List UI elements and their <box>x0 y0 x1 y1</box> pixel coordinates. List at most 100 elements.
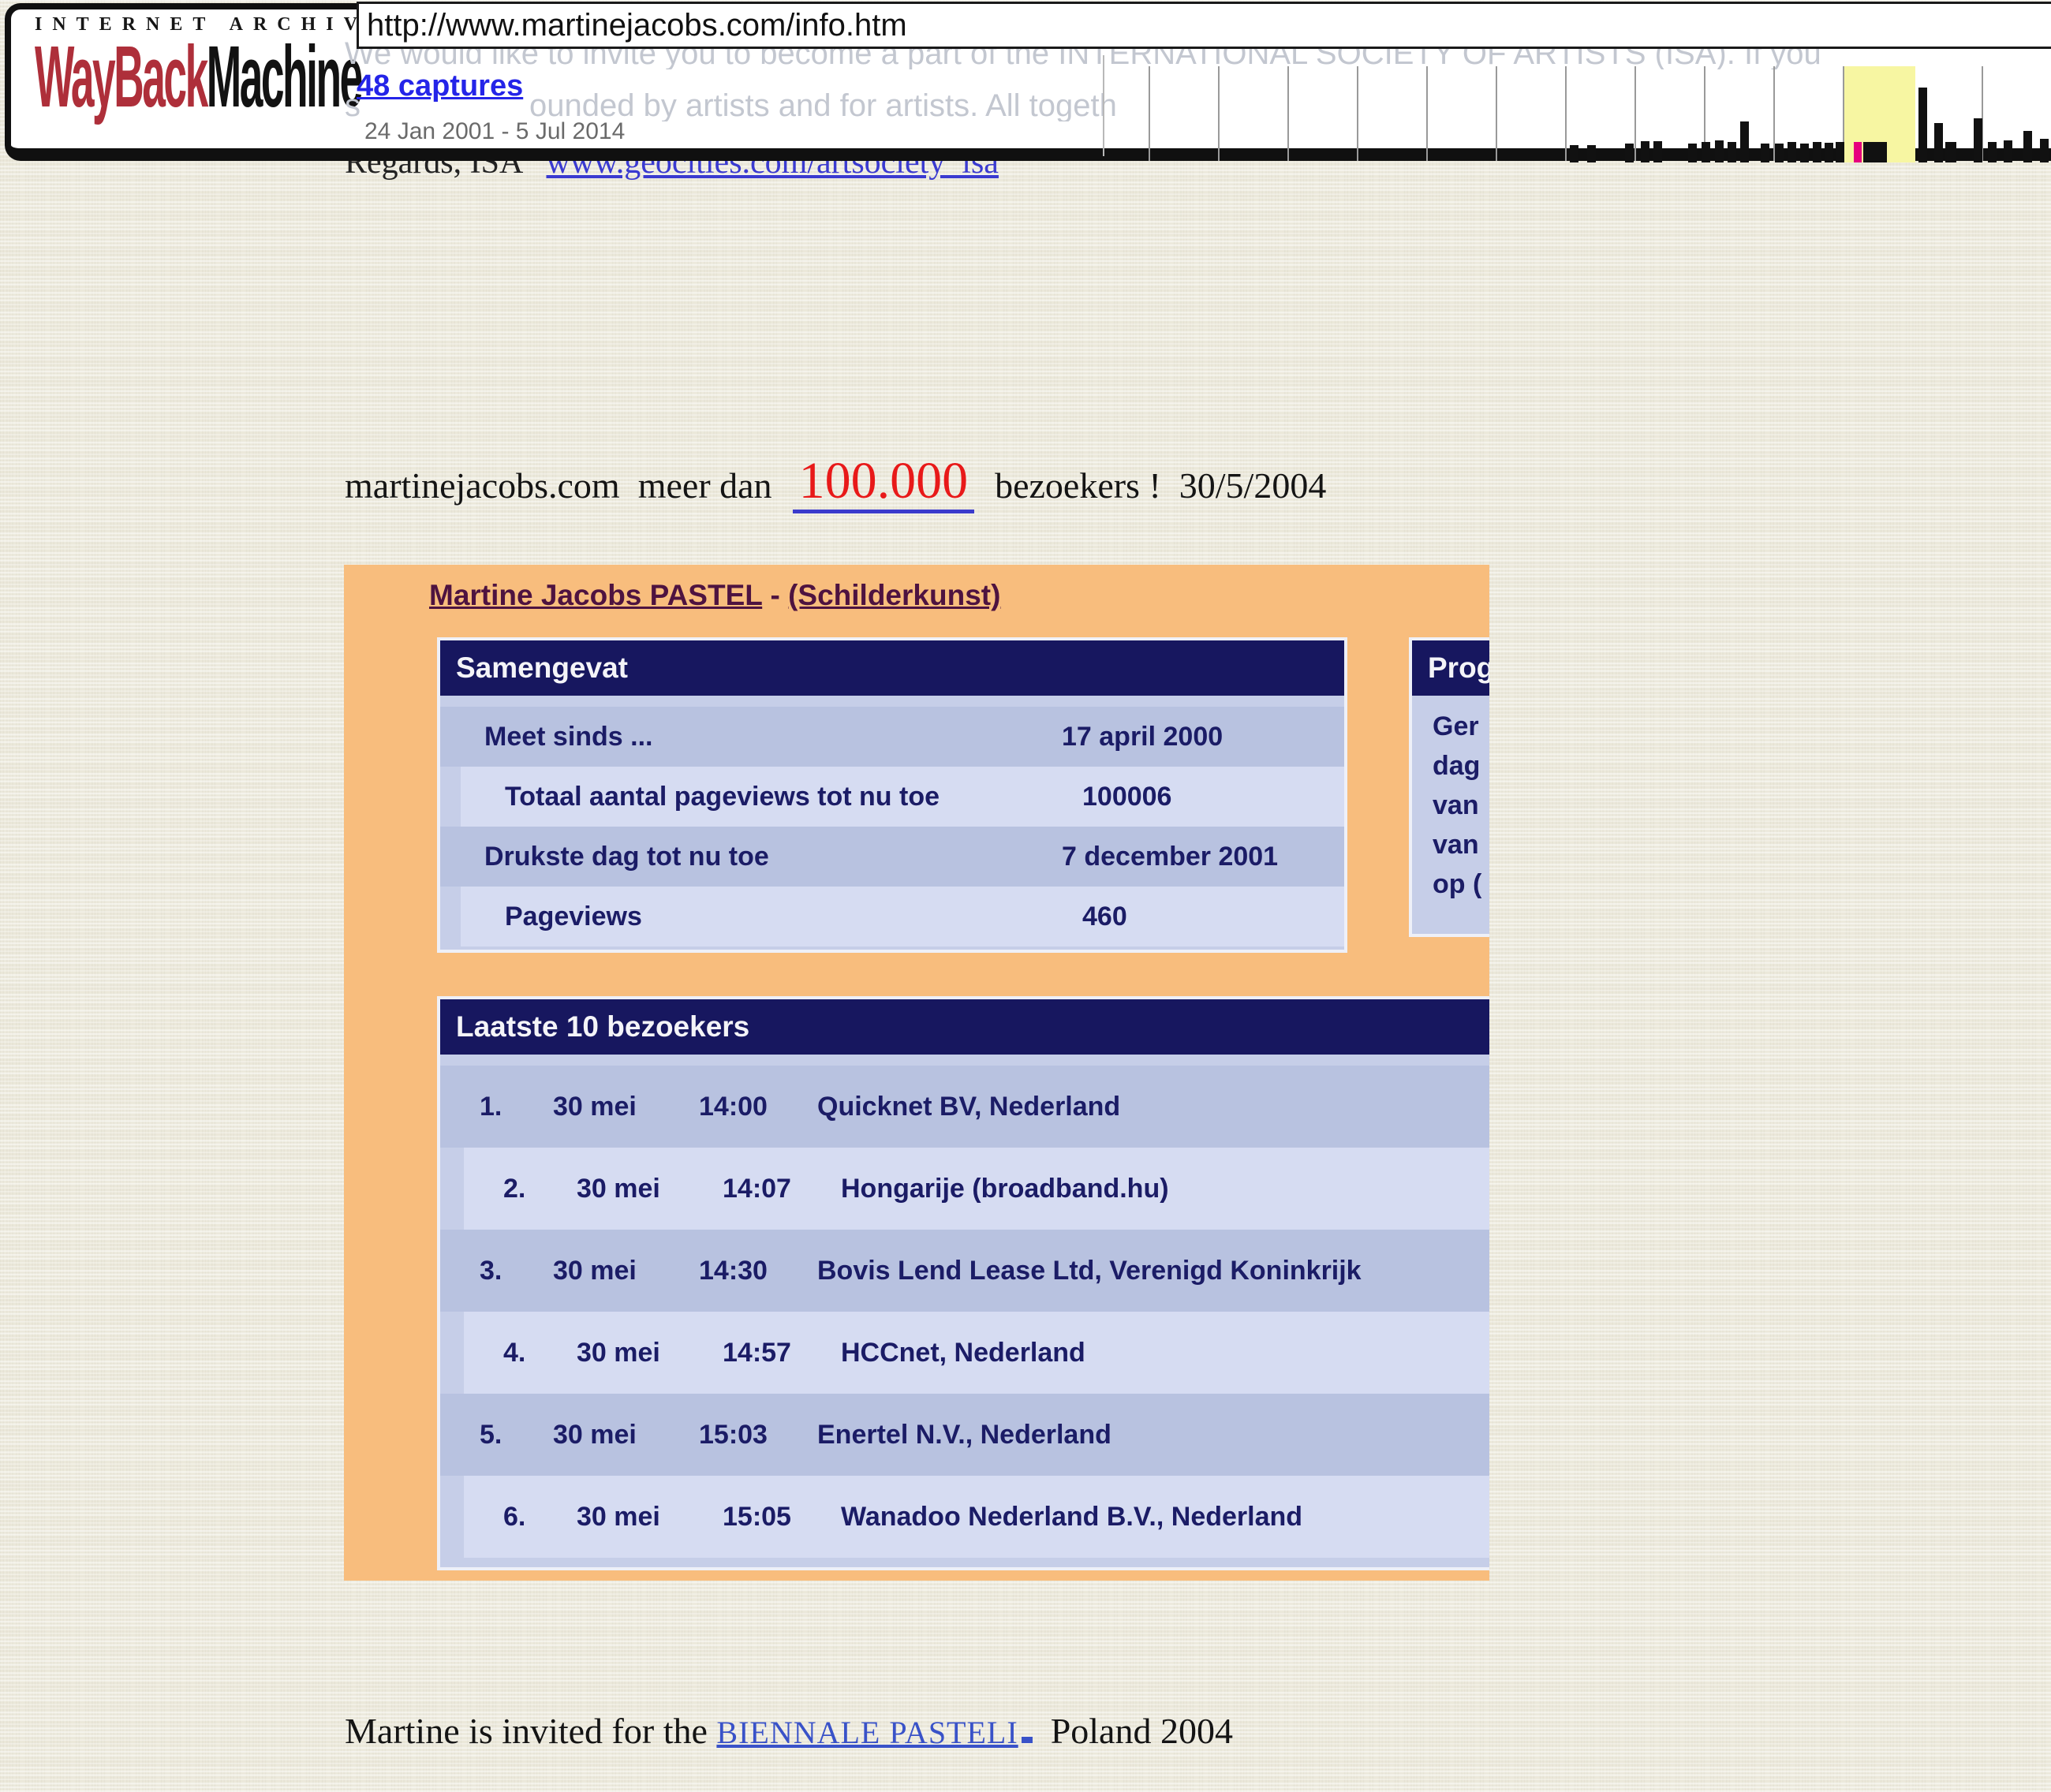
visitor-date: 30 mei <box>577 1148 660 1230</box>
summary-body: Meet sinds ... 17 april 2000 Totaal aanta… <box>440 696 1344 946</box>
sparkline-gridline <box>1357 66 1358 161</box>
capture-bar[interactable] <box>1825 143 1833 162</box>
capture-bar[interactable] <box>1625 144 1634 162</box>
summary-value: 7 december 2001 <box>1062 827 1278 887</box>
visitor-milestone-headline: martinejacobs.com meer dan100.000bezoeke… <box>345 451 1326 511</box>
capture-bar[interactable] <box>1688 144 1697 162</box>
sparkline-gridline <box>1218 66 1220 161</box>
page: { "wayback": { "logo": { "top": "INTERNE… <box>0 0 2051 1792</box>
visitor-row: 1. 30 mei 14:00 Quicknet BV, Nederland <box>440 1066 1489 1148</box>
wayback-machine-wordmark: WayBackMachine <box>35 34 230 121</box>
visitor-count: 100.000 <box>793 452 975 513</box>
summary-value: 100006 <box>1082 767 1171 827</box>
capture-bar[interactable] <box>1775 144 1784 162</box>
capture-bar[interactable] <box>1988 142 1997 162</box>
sparkline-gridline <box>1565 66 1567 161</box>
visitor-name: Quicknet BV, Nederland <box>817 1066 1120 1148</box>
summary-row: Pageviews 460 <box>461 887 1344 946</box>
visitor-time: 15:03 <box>699 1394 768 1476</box>
capture-bar[interactable] <box>2023 131 2032 162</box>
headline-post: bezoekers ! 30/5/2004 <box>995 465 1326 506</box>
capture-bar[interactable] <box>1918 88 1927 162</box>
capture-bar[interactable] <box>1800 144 1809 162</box>
visitor-row: 2.30 mei14:07Hongarije (broadband.hu) <box>464 1148 1489 1230</box>
visitor-time: 14:00 <box>699 1066 768 1148</box>
title-link-martine-jacobs-pastel[interactable]: Martine Jacobs PASTEL <box>429 579 762 611</box>
faded-isa-text-fragment-rest: ounded by artists and for artists. All t… <box>529 90 1117 121</box>
summary-value: 17 april 2000 <box>1062 707 1223 767</box>
capture-bar[interactable] <box>1761 144 1769 162</box>
summary-label: Drukste dag tot nu toe <box>484 827 769 887</box>
capture-bar[interactable] <box>2004 140 2012 162</box>
sparkline-gridline <box>1149 66 1150 161</box>
wayback-logo[interactable]: INTERNET ARCHIVE WayBackMachine <box>35 14 350 103</box>
sparkline-gridline <box>1287 66 1289 161</box>
prognosis-header: Progr <box>1412 640 1489 696</box>
visitors-box: Laatste 10 bezoekers 1. 30 mei 14:00 Quickn… <box>437 996 1489 1570</box>
sparkline-gridline <box>1496 66 1497 161</box>
visitor-name: Hongarije (broadband.hu) <box>841 1148 1169 1230</box>
sparkline-gridline <box>1426 66 1428 161</box>
capture-bar[interactable] <box>1740 121 1749 162</box>
capture-date-range: 24 Jan 2001 - 5 Jul 2014 <box>364 118 625 145</box>
footer-post: Poland 2004 <box>1033 1711 1233 1751</box>
title-link-schilderkunst[interactable]: (Schilderkunst) <box>788 579 1000 611</box>
summary-row: Totaal aantal pageviews tot nu toe 100006 <box>461 767 1344 827</box>
capture-bar[interactable] <box>1863 142 1887 162</box>
visitor-row: 5. 30 mei 15:03 Enertel N.V., Nederland <box>440 1394 1489 1476</box>
visitor-num: 6. <box>503 1476 525 1558</box>
wayback-url-input[interactable] <box>357 2 2051 49</box>
prognosis-line: Ger <box>1412 707 1489 746</box>
capture-bar[interactable] <box>2040 139 2049 162</box>
sparkline-gridline <box>1634 66 1636 161</box>
visitor-date: 30 mei <box>553 1230 637 1312</box>
visitor-time: 15:05 <box>723 1476 791 1558</box>
capture-bar[interactable] <box>1570 145 1578 162</box>
capture-bar[interactable] <box>1715 140 1724 162</box>
visitor-name: Bovis Lend Lease Ltd, Verenigd Koninkrij… <box>817 1230 1362 1312</box>
prognosis-line: van <box>1412 786 1489 825</box>
summary-header: Samengevat <box>440 640 1344 696</box>
prognosis-line: van <box>1412 825 1489 864</box>
visitor-name: HCCnet, Nederland <box>841 1312 1085 1394</box>
capture-bar[interactable] <box>1974 118 1982 162</box>
visitors-header: Laatste 10 bezoekers <box>440 999 1489 1055</box>
summary-box: Samengevat Meet sinds ... 17 april 2000 T… <box>437 637 1347 953</box>
capture-bar[interactable] <box>1641 141 1649 162</box>
summary-label: Totaal aantal pageviews tot nu toe <box>505 767 940 827</box>
nedstat-panel: Martine Jacobs PASTEL - (Schilderkunst) … <box>344 565 1489 1581</box>
capture-bar[interactable] <box>1702 142 1710 162</box>
toolbar-divider <box>1103 55 1104 156</box>
captures-count-link[interactable]: 48 captures <box>357 69 523 103</box>
capture-bar[interactable] <box>1813 142 1821 162</box>
visitor-date: 30 mei <box>577 1476 660 1558</box>
wordmark-machine: Machine <box>207 28 361 125</box>
capture-bar[interactable] <box>1788 142 1796 162</box>
selected-capture-bar[interactable] <box>1854 142 1862 162</box>
capture-sparkline[interactable] <box>1114 66 2051 162</box>
summary-row: Meet sinds ... 17 april 2000 <box>440 707 1344 767</box>
summary-label: Pageviews <box>505 887 642 946</box>
title-separator: - <box>762 579 788 611</box>
summary-value: 460 <box>1082 887 1127 946</box>
capture-bar[interactable] <box>1945 142 1956 162</box>
visitor-name: Wanadoo Nederland B.V., Nederland <box>841 1476 1302 1558</box>
capture-bar[interactable] <box>1653 141 1662 162</box>
capture-bar[interactable] <box>1587 145 1596 162</box>
capture-bar[interactable] <box>1728 142 1736 162</box>
summary-label: Meet sinds ... <box>484 707 653 767</box>
visitor-num: 1. <box>480 1066 502 1148</box>
visitors-body: 1. 30 mei 14:00 Quicknet BV, Nederland 2.30… <box>440 1055 1489 1558</box>
visitor-time: 14:57 <box>723 1312 791 1394</box>
capture-bar[interactable] <box>1836 142 1844 162</box>
visitor-row: 4.30 mei14:57HCCnet, Nederland <box>464 1312 1489 1394</box>
visitor-name: Enertel N.V., Nederland <box>817 1394 1111 1476</box>
prognosis-line: op ( <box>1412 864 1489 904</box>
biennale-pasteli-link[interactable]: BIENNALE PASTELI <box>716 1715 1018 1750</box>
visitor-num: 5. <box>480 1394 502 1476</box>
visitor-date: 30 mei <box>577 1312 660 1394</box>
capture-bar[interactable] <box>1934 123 1943 162</box>
visitor-date: 30 mei <box>553 1066 637 1148</box>
visitor-row: 3.30 mei14:30Bovis Lend Lease Ltd, Veren… <box>440 1230 1489 1312</box>
visitor-date: 30 mei <box>553 1394 637 1476</box>
